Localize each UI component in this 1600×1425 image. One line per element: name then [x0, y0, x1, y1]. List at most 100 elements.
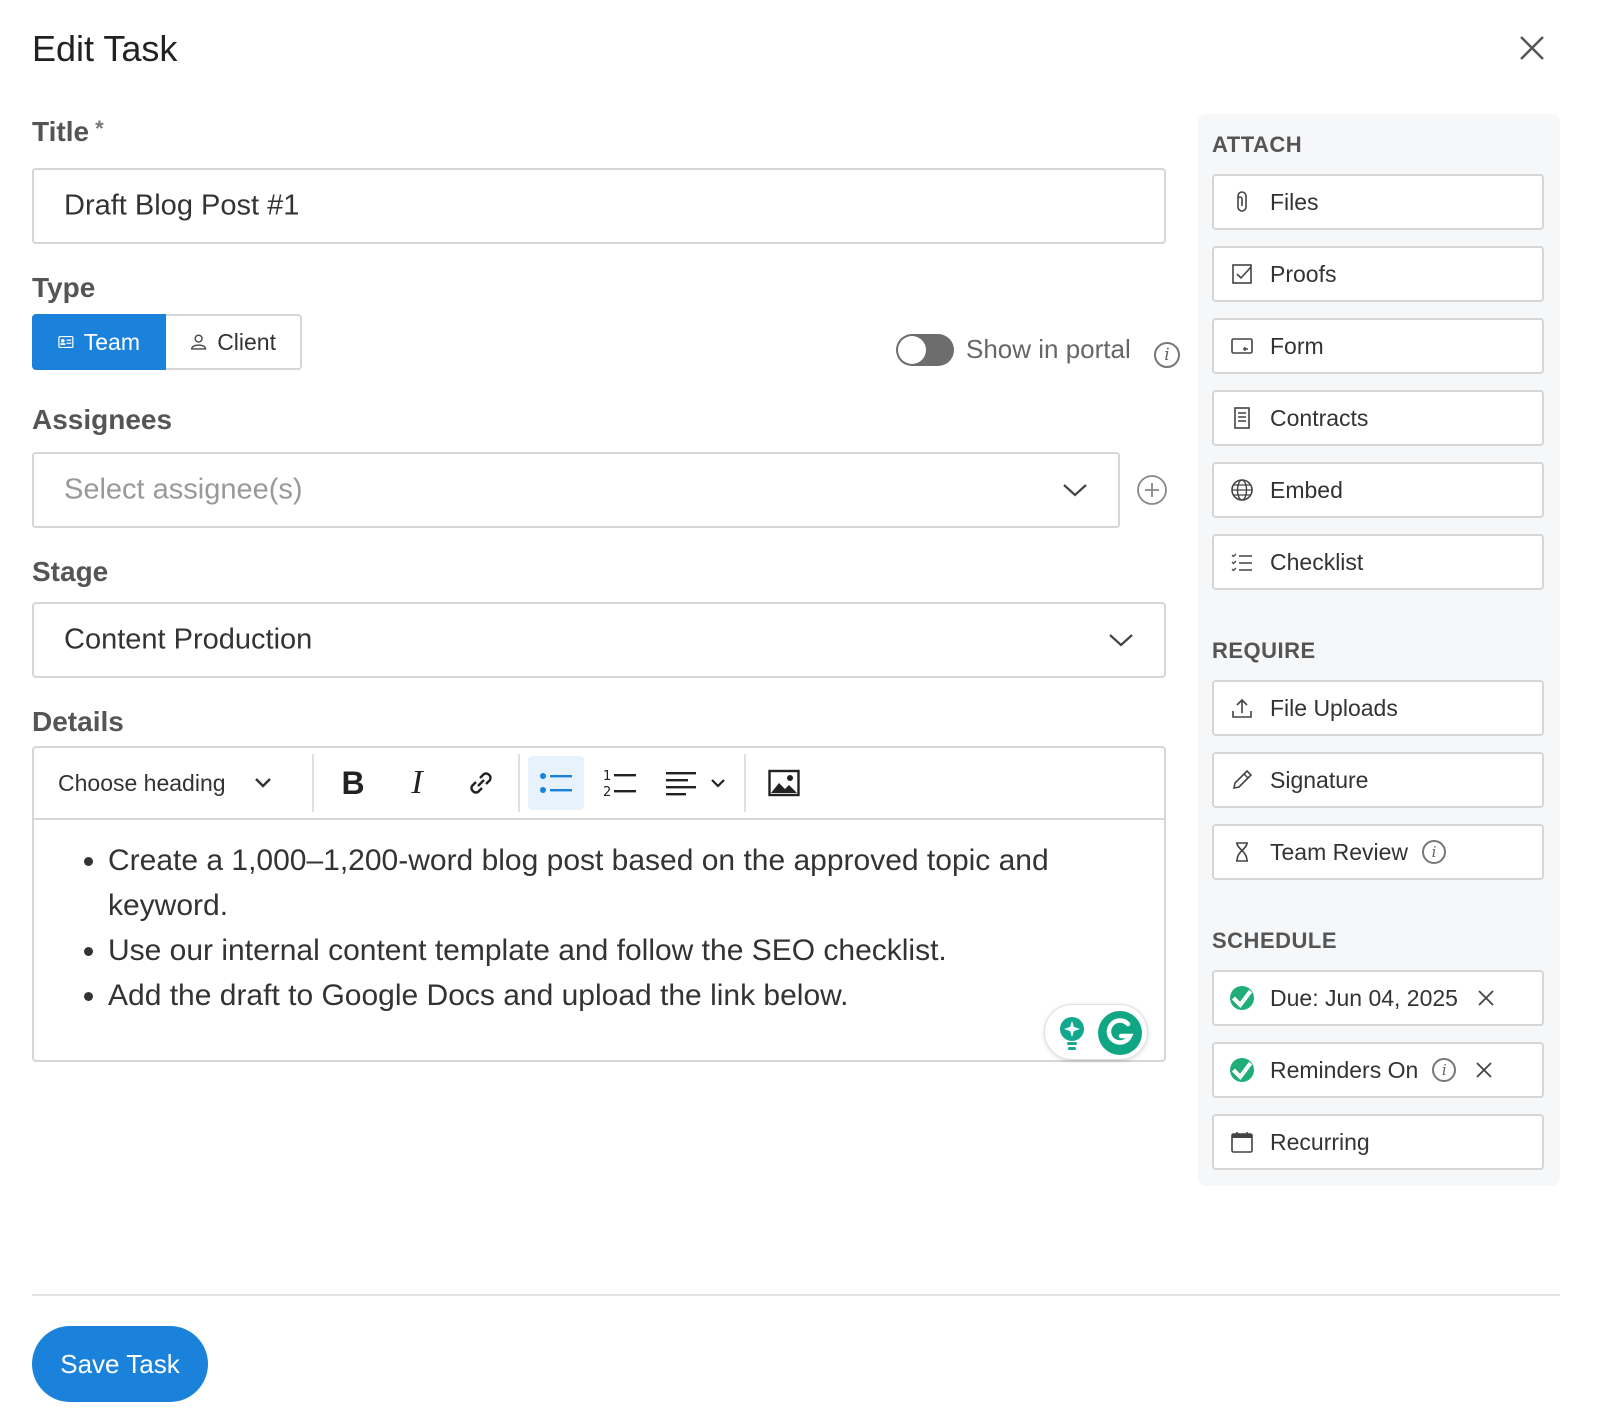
paperclip-icon — [1214, 190, 1270, 214]
recurring-label: Recurring — [1270, 1128, 1370, 1155]
numbered-list-button[interactable]: 12 — [592, 756, 648, 810]
chevron-down-icon — [254, 778, 271, 788]
calendar-icon — [1214, 1130, 1270, 1154]
sidebar-panel: ATTACH Files Proofs Form Contracts Embed… — [1198, 114, 1560, 1186]
form-icon — [1214, 334, 1270, 358]
type-client-label: Client — [217, 328, 276, 355]
title-input[interactable]: Draft Blog Post #1 — [32, 168, 1166, 244]
italic-icon: I — [411, 764, 423, 801]
attach-checklist-label: Checklist — [1270, 548, 1364, 575]
type-client-button[interactable]: Client — [166, 314, 302, 370]
require-file-uploads-button[interactable]: File Uploads — [1212, 680, 1544, 736]
lightbulb-icon[interactable] — [1055, 1015, 1089, 1051]
title-input-value: Draft Blog Post #1 — [64, 189, 300, 222]
info-icon[interactable]: i — [1432, 1058, 1457, 1082]
chevron-down-icon — [711, 779, 725, 788]
heading-select[interactable]: Choose heading — [40, 756, 290, 810]
save-task-button[interactable]: Save Task — [32, 1326, 208, 1402]
attach-form-label: Form — [1270, 332, 1324, 359]
required-mark: * — [95, 116, 104, 141]
require-team-review-button[interactable]: Team Review i — [1212, 824, 1544, 880]
link-button[interactable] — [454, 756, 508, 810]
schedule-reminders-button[interactable]: Reminders On i — [1212, 1042, 1544, 1098]
attach-files-button[interactable]: Files — [1212, 174, 1544, 230]
attach-embed-label: Embed — [1270, 476, 1343, 503]
grammarly-icon[interactable] — [1097, 1010, 1143, 1056]
attach-checklist-button[interactable]: Checklist — [1212, 534, 1544, 590]
attach-embed-button[interactable]: Embed — [1212, 462, 1544, 518]
id-card-icon — [58, 335, 74, 349]
check-circle-icon — [1230, 1058, 1254, 1082]
show-in-portal-toggle[interactable] — [896, 334, 954, 366]
show-in-portal-label: Show in portal — [966, 334, 1131, 364]
user-icon — [191, 334, 207, 350]
stage-select[interactable]: Content Production — [32, 602, 1166, 678]
link-icon — [470, 772, 492, 794]
heading-select-label: Choose heading — [58, 769, 226, 796]
dialog-title: Edit Task — [32, 28, 178, 69]
reminders-label: Reminders On — [1270, 1056, 1419, 1083]
plus-circle-icon — [1137, 475, 1167, 505]
editor-content[interactable]: Create a 1,000–1,200-word blog post base… — [70, 838, 1060, 1018]
due-date-label: Due: Jun 04, 2025 — [1270, 984, 1458, 1011]
type-team-button[interactable]: Team — [32, 314, 166, 370]
grammarly-widget[interactable] — [1044, 1004, 1148, 1060]
checklist-icon — [1214, 550, 1270, 574]
toolbar-divider — [744, 754, 746, 812]
assignees-select[interactable]: Select assignee(s) — [32, 452, 1120, 528]
bulleted-list-button[interactable] — [528, 756, 584, 810]
chevron-down-icon — [1063, 484, 1087, 497]
insert-image-button[interactable] — [754, 756, 814, 810]
hourglass-icon — [1214, 840, 1270, 864]
title-label-text: Title — [32, 116, 90, 147]
info-icon[interactable]: i — [1422, 840, 1447, 864]
editor-toolbar: Choose heading B I 12 — [32, 746, 1166, 820]
svg-text:2: 2 — [603, 785, 611, 798]
footer-divider — [32, 1294, 1560, 1296]
numbered-list-icon: 12 — [603, 769, 636, 798]
check-circle-icon-wrap — [1214, 986, 1270, 1010]
attach-proofs-label: Proofs — [1270, 260, 1337, 287]
require-signature-button[interactable]: Signature — [1212, 752, 1544, 808]
toolbar-divider — [518, 754, 520, 812]
globe-icon — [1214, 478, 1270, 502]
attach-contracts-label: Contracts — [1270, 404, 1369, 431]
bold-icon: B — [341, 764, 365, 801]
bold-button[interactable]: B — [326, 756, 380, 810]
list-item: Use our internal content template and fo… — [108, 928, 1060, 973]
upload-icon — [1214, 696, 1270, 720]
details-label: Details — [32, 706, 124, 737]
clear-due-date-icon[interactable] — [1476, 988, 1496, 1008]
close-icon[interactable] — [1516, 32, 1548, 64]
image-icon — [768, 769, 800, 797]
bulleted-list-icon — [540, 773, 572, 793]
check-circle-icon-wrap — [1214, 1058, 1270, 1082]
info-icon[interactable]: i — [1154, 342, 1180, 368]
details-bullet-list: Create a 1,000–1,200-word blog post base… — [70, 838, 1060, 1018]
stage-value: Content Production — [64, 623, 313, 656]
pen-icon — [1214, 768, 1270, 792]
schedule-recurring-button[interactable]: Recurring — [1212, 1114, 1544, 1170]
align-left-icon — [666, 772, 696, 796]
require-team-review-label: Team Review — [1270, 838, 1409, 865]
document-icon — [1214, 406, 1270, 430]
toggle-knob — [898, 336, 926, 364]
attach-heading: ATTACH — [1212, 132, 1303, 157]
clear-reminders-icon[interactable] — [1474, 1060, 1494, 1080]
require-signature-label: Signature — [1270, 766, 1369, 793]
list-item: Create a 1,000–1,200-word blog post base… — [108, 838, 1060, 928]
check-circle-icon — [1230, 986, 1254, 1010]
attach-contracts-button[interactable]: Contracts — [1212, 390, 1544, 446]
type-team-label: Team — [83, 328, 140, 355]
attach-form-button[interactable]: Form — [1212, 318, 1544, 374]
attach-proofs-button[interactable]: Proofs — [1212, 246, 1544, 302]
chevron-down-icon — [1109, 634, 1133, 647]
add-assignee-button[interactable] — [1136, 474, 1168, 506]
require-file-uploads-label: File Uploads — [1270, 694, 1398, 721]
checkbox-icon — [1214, 262, 1270, 286]
schedule-due-date-button[interactable]: Due: Jun 04, 2025 — [1212, 970, 1544, 1026]
require-heading: REQUIRE — [1212, 638, 1316, 663]
align-dropdown[interactable] — [656, 756, 736, 810]
italic-button[interactable]: I — [390, 756, 444, 810]
toolbar-divider — [312, 754, 314, 812]
